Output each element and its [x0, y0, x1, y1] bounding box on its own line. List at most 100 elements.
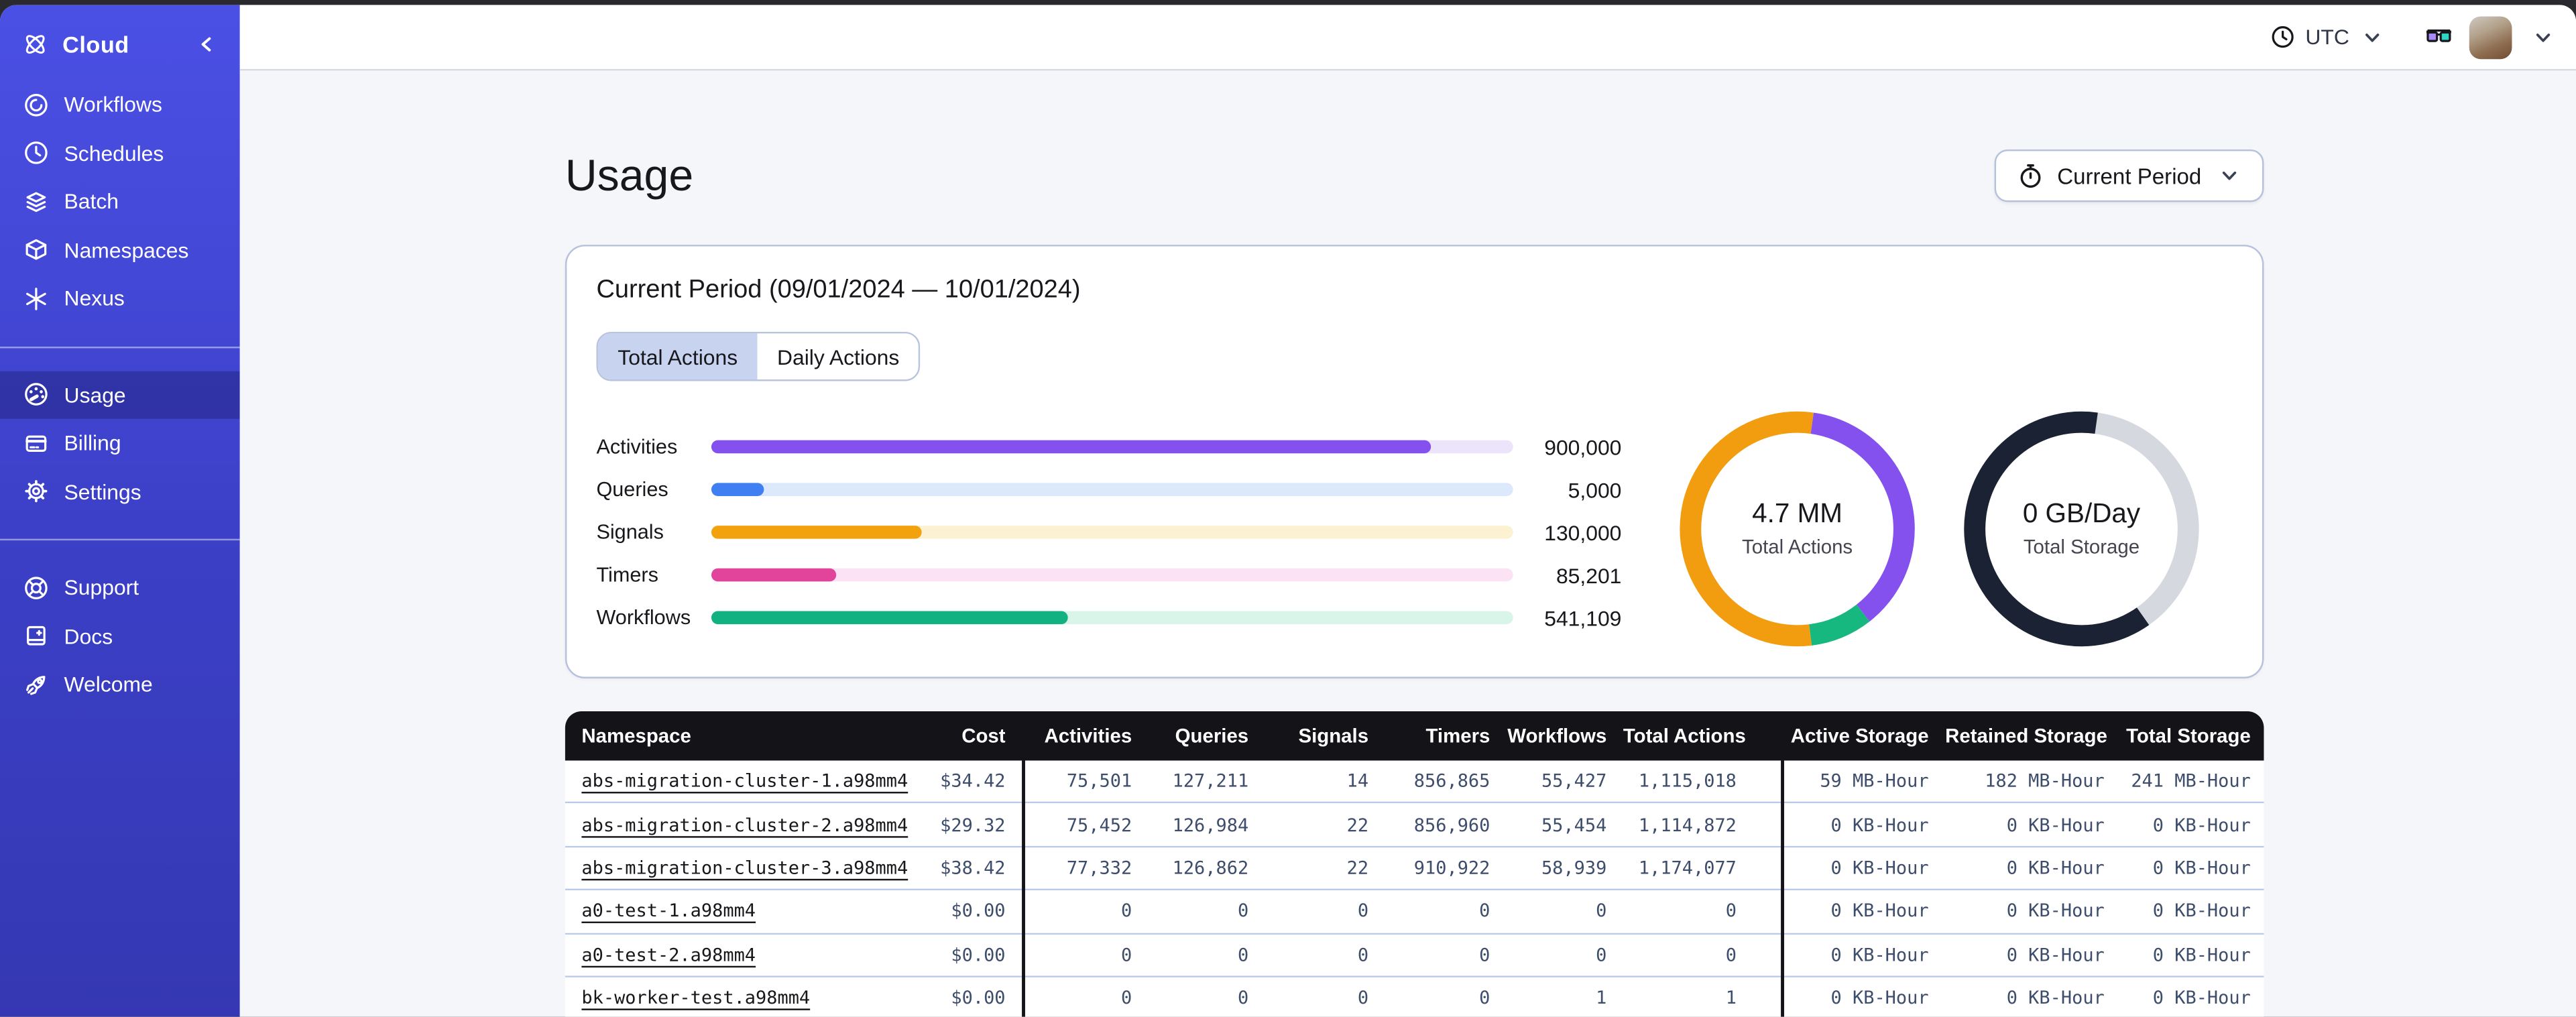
sidebar-item-settings[interactable]: Settings	[0, 467, 240, 516]
page: Usage Current Period Current Period (09/…	[239, 70, 2576, 1017]
cell-cost: $0.00	[951, 944, 1006, 966]
bar-label: Activities	[596, 435, 678, 459]
tab-daily-actions[interactable]: Daily Actions	[757, 333, 919, 380]
timezone-label: UTC	[2305, 24, 2349, 50]
bar-value: 85,201	[1556, 562, 1622, 587]
sidebar-divider	[0, 345, 240, 348]
donut-total-actions: 4.7 MM Total Actions	[1679, 411, 1916, 648]
sidebar-item-docs[interactable]: Docs	[0, 612, 240, 660]
cell-timers: 0	[1479, 944, 1490, 966]
column-header-queries: Queries	[1175, 724, 1249, 747]
usage-bar-row-workflows: Workflows 541,109	[596, 605, 1621, 630]
cell-total_storage: 241 MB-Hour	[2131, 770, 2251, 792]
actions-tab-group: Total Actions Daily Actions	[596, 331, 921, 381]
bar-value: 130,000	[1544, 520, 1622, 545]
bar-fill	[711, 568, 837, 582]
sidebar-item-label: Namespaces	[64, 237, 189, 263]
sidebar-item-label: Nexus	[64, 286, 125, 311]
usage-bar-row-timers: Timers 85,201	[596, 562, 1621, 587]
sidebar-item-billing[interactable]: Billing	[0, 419, 240, 467]
usage-icon	[21, 381, 50, 408]
sidebar-item-label: Support	[64, 575, 139, 600]
cell-total_storage: 0 KB-Hour	[2152, 814, 2251, 836]
chevron-left-icon	[192, 34, 221, 54]
bar-label: Queries	[596, 478, 668, 501]
tab-total-actions[interactable]: Total Actions	[597, 333, 758, 380]
column-header-active-storage: Active Storage	[1790, 724, 1929, 747]
cell-activities: 0	[1120, 900, 1132, 922]
cell-signals: 0	[1357, 987, 1369, 1009]
column-header-namespace: Namespace	[581, 724, 691, 747]
user-avatar[interactable]	[2469, 15, 2512, 58]
bar-label: Workflows	[596, 606, 691, 630]
column-header-timers: Timers	[1425, 724, 1490, 747]
cell-signals: 14	[1346, 770, 1369, 792]
cell-signals: 0	[1357, 944, 1369, 966]
namespace-link[interactable]: bk-worker-test.a98mm4	[581, 988, 810, 1009]
bar-track	[711, 483, 1513, 496]
support-icon	[21, 575, 50, 601]
donut-center: 0 GB/Day Total Storage	[1963, 411, 2200, 648]
user-menu-chevron-down-icon[interactable]	[2528, 27, 2557, 46]
cell-retained_storage: 0 KB-Hour	[2006, 857, 2105, 879]
cell-total_actions: 1,174,077	[1638, 857, 1737, 879]
sidebar-item-schedules[interactable]: Schedules	[0, 129, 240, 177]
donut-value: 0 GB/Day	[2022, 499, 2141, 529]
screen: Cloud Workflows Schedules Batch Namespaces N…	[0, 0, 2576, 1017]
bar-value: 900,000	[1544, 434, 1622, 459]
cell-queries: 126,862	[1172, 857, 1249, 879]
namespace-link[interactable]: abs-migration-cluster-3.a98mm4	[581, 857, 908, 879]
glasses-icon[interactable]	[2425, 25, 2453, 48]
settings-icon	[21, 479, 50, 505]
table-column-divider	[1022, 760, 1025, 1017]
table-row: a0-test-2.a98mm4 $0.00 0 0 0 0 0 0 0 KB-Hour 0 KB…	[565, 934, 2264, 977]
sidebar-item-label: Billing	[64, 430, 121, 456]
nexus-icon	[21, 286, 50, 312]
bar-track	[711, 526, 1513, 539]
period-select-label: Current Period	[2057, 163, 2202, 188]
column-header-retained-storage: Retained Storage	[1945, 724, 2107, 747]
stopwatch-icon	[2016, 163, 2044, 189]
cell-namespace: bk-worker-test.a98mm4	[565, 988, 911, 1009]
cell-retained_storage: 0 KB-Hour	[2006, 814, 2105, 836]
cell-total_actions: 0	[1725, 900, 1737, 922]
cell-timers: 0	[1479, 987, 1490, 1009]
page-title: Usage	[565, 151, 694, 200]
cell-retained_storage: 0 KB-Hour	[2006, 900, 2105, 922]
temporal-logo-icon	[21, 29, 50, 59]
column-header-workflows: Workflows	[1507, 724, 1607, 747]
workflows-icon	[21, 92, 50, 118]
table-header-row: Namespace Cost Activities Queries Signals Tim…	[565, 711, 2264, 761]
period-select-button[interactable]: Current Period	[1995, 149, 2264, 202]
sidebar-collapse-button[interactable]	[189, 32, 223, 58]
cell-retained_storage: 182 MB-Hour	[1985, 770, 2105, 792]
bar-fill	[711, 483, 764, 496]
namespace-link[interactable]: a0-test-1.a98mm4	[581, 901, 756, 922]
timezone-selector[interactable]: UTC	[2269, 25, 2385, 50]
namespace-link[interactable]: abs-migration-cluster-1.a98mm4	[581, 771, 908, 792]
current-period-panel: Current Period (09/01/2024 — 10/01/2024)…	[565, 245, 2264, 678]
page-content: Usage Current Period Current Period (09/…	[565, 70, 2264, 1017]
usage-bar-row-activities: Activities 900,000	[596, 434, 1621, 459]
chevron-down-icon	[2215, 166, 2243, 185]
cell-timers: 856,960	[1413, 814, 1490, 836]
cell-workflows: 55,454	[1541, 814, 1607, 836]
usage-bar-row-signals: Signals 130,000	[596, 520, 1621, 545]
sidebar-item-welcome[interactable]: Welcome	[0, 660, 240, 709]
sidebar-item-batch[interactable]: Batch	[0, 178, 240, 226]
cell-cost: $0.00	[951, 987, 1006, 1009]
sidebar-item-usage[interactable]: Usage	[0, 370, 240, 419]
cell-cost: $29.32	[940, 814, 1006, 836]
charts-row: Activities 900,000 Queries 5,000 Signals 130,…	[596, 411, 2232, 648]
sidebar-item-nexus[interactable]: Nexus	[0, 274, 240, 322]
sidebar-item-workflows[interactable]: Workflows	[0, 80, 240, 129]
usage-bar-row-queries: Queries 5,000	[596, 477, 1621, 502]
cell-cost: $34.42	[940, 770, 1006, 792]
namespace-link[interactable]: a0-test-2.a98mm4	[581, 944, 756, 965]
sidebar-item-namespaces[interactable]: Namespaces	[0, 226, 240, 274]
cell-workflows: 0	[1596, 900, 1607, 922]
donut-label: Total Actions	[1742, 535, 1853, 559]
sidebar-item-support[interactable]: Support	[0, 563, 240, 611]
sidebar-nav: Workflows Schedules Batch Namespaces Nexus Us…	[0, 80, 240, 709]
namespace-link[interactable]: abs-migration-cluster-2.a98mm4	[581, 814, 908, 835]
